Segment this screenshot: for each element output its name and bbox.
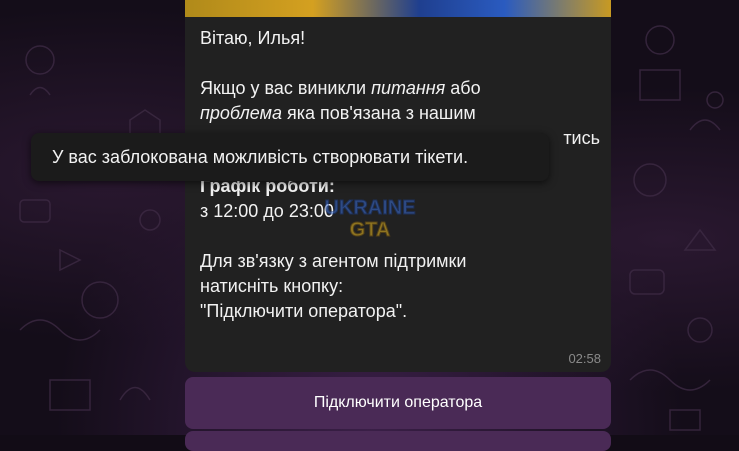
toast-text: У вас заблокована можливість створювати … [52,147,469,167]
message-media-preview[interactable] [185,0,611,17]
ukraine-gta-logo: UKRAINE GTA [324,197,416,242]
issue-line-2: проблема яка пов'язана з нашим [200,103,476,123]
contact-line-2: натисніть кнопку: [200,276,344,296]
svg-text:UKRAINE: UKRAINE [324,197,415,219]
connect-operator-button[interactable]: Підключити оператора [185,377,611,429]
contact-line-1: Для зв'язку з агентом підтримки [200,251,467,271]
contact-line-3: "Підключити оператора". [200,301,408,321]
message-time: 02:58 [568,351,601,366]
message-bubble: Вітаю, Илья! Якщо у вас виникли питання … [185,0,611,372]
greeting-line: Вітаю, Илья! [200,28,306,48]
blocked-tickets-toast: У вас заблокована можливість створювати … [31,133,549,181]
inline-keyboard-button-2[interactable] [185,431,611,451]
issue-line-1: Якщо у вас виникли питання або [200,78,481,98]
svg-text:GTA: GTA [350,219,391,241]
connect-operator-label: Підключити оператора [313,394,483,411]
